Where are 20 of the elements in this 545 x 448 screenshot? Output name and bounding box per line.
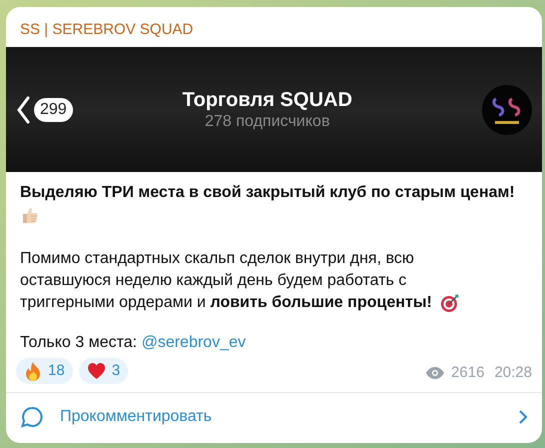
subscriber-count: 278 подписчиков (204, 112, 330, 132)
view-count: 2616 (451, 362, 484, 382)
post-time: 20:28 (494, 362, 532, 382)
eye-icon (425, 366, 446, 380)
reaction-button[interactable]: 18 (16, 358, 73, 384)
fire-icon (24, 361, 42, 381)
chevron-right-icon (518, 409, 528, 425)
post-paragraph: Выделяю ТРИ места в свой закрытый клуб по старым ценам! (20, 183, 516, 203)
speech-bubble-icon (20, 405, 44, 429)
target-icon (440, 292, 460, 313)
heart-icon (86, 362, 106, 380)
post-paragraph: Помимо стандартных скальп сделок внутри дня, всю оставшуюся неделю каждый день будем работать с триггерными ордерами и ловить большие проценты! (20, 250, 432, 311)
reaction-button[interactable]: 3 (78, 358, 128, 384)
contact-line: Только 3 места: @serebrov_ev (20, 333, 247, 353)
avatar-logo (482, 84, 532, 134)
chat-title: Торговля SQUAD (182, 88, 352, 112)
comment-button[interactable]: Прокомментировать (6, 393, 542, 441)
username-link[interactable]: @serebrov_ev (141, 334, 246, 351)
unread-count: 299 (34, 98, 73, 122)
channel-name[interactable]: SS | SEREBROV SQUAD (6, 7, 542, 47)
